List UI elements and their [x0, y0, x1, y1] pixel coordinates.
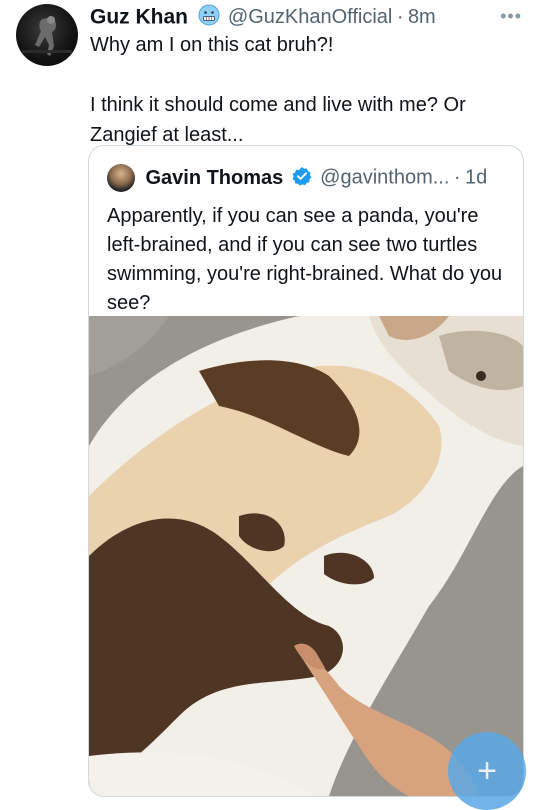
tweet-text: Why am I on this cat bruh?! I think it s… — [90, 34, 466, 146]
author-handle[interactable]: @GuzKhanOfficial — [228, 6, 392, 28]
quoted-author-handle: @gavinthom... — [320, 166, 450, 189]
tweet-timestamp[interactable]: 8m — [408, 6, 436, 28]
face-emoji-icon — [198, 4, 220, 31]
separator-dot: · — [396, 6, 404, 28]
quoted-author-name: Gavin Thomas — [145, 166, 284, 189]
more-icon[interactable]: ••• — [500, 6, 522, 27]
plus-icon: + — [477, 752, 497, 790]
quoted-author-avatar — [107, 164, 135, 192]
quoted-tweet-text: Apparently, if you can see a panda, you'… — [107, 205, 503, 314]
quoted-separator-dot: · — [453, 166, 461, 189]
compose-button[interactable]: + — [448, 732, 526, 810]
avatar-image — [22, 16, 72, 56]
quoted-timestamp: 1d — [465, 166, 488, 189]
cat-photo[interactable] — [89, 316, 523, 796]
quoted-tweet-card[interactable]: Gavin Thomas @gavinthom... · 1d Apparent… — [88, 145, 524, 797]
quoted-tweet-header: Gavin Thomas @gavinthom... · 1d — [107, 164, 487, 192]
tweet-header: Guz Khan @GuzKhanOfficial · 8m ••• — [90, 4, 526, 30]
author-name[interactable]: Guz Khan — [90, 6, 188, 29]
verified-badge-icon — [292, 166, 312, 191]
author-avatar[interactable] — [16, 4, 78, 66]
